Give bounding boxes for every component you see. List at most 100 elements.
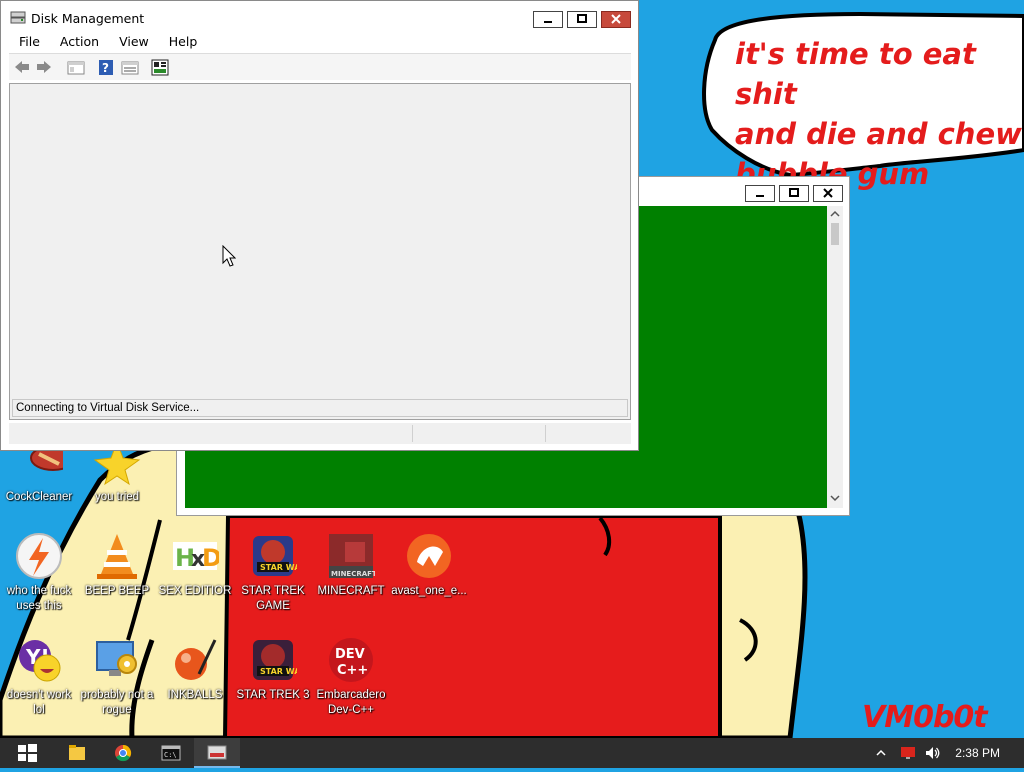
console-maximize-button[interactable]	[779, 185, 809, 202]
scrollbar-track	[830, 210, 840, 502]
speech-line: it's time to eat shit	[735, 37, 976, 111]
forward-button[interactable]	[35, 59, 53, 76]
desktop-icon-star-trek-game[interactable]: STAR WARS STAR TREK GAME	[234, 532, 313, 614]
desktop-icon-hxd[interactable]: HxD SEX EDITIOR	[156, 532, 234, 599]
forward-arrow-icon	[37, 61, 51, 73]
close-icon	[611, 14, 621, 24]
desktop-icon-label: Embarcadero Dev-C++	[316, 689, 386, 716]
properties-button[interactable]	[121, 59, 139, 76]
desktop-icon-label: BEEP BEEP	[84, 585, 150, 597]
svg-text:STAR WARS: STAR WARS	[260, 667, 297, 676]
mouse-cursor-icon	[222, 245, 236, 267]
console-tree-icon	[67, 61, 85, 75]
ink-ball-icon	[171, 636, 219, 684]
minimize-icon	[756, 195, 764, 197]
desktop-icon-devcpp[interactable]: DEV C++ Embarcadero Dev-C++	[312, 636, 390, 718]
disk-management-window[interactable]: Disk Management File Action View Help ? Co	[0, 0, 639, 451]
disk-management-icon	[10, 11, 26, 24]
svg-text:MINECRAFT: MINECRAFT	[331, 570, 375, 578]
help-button[interactable]: ?	[97, 59, 115, 76]
desktop-icon-inkballs[interactable]: INKBALLS	[156, 636, 234, 703]
taskbar-file-explorer[interactable]	[54, 738, 100, 768]
svg-text:DEV: DEV	[335, 647, 365, 662]
tray-notification-icon[interactable]	[900, 746, 916, 760]
speech-line: and die and chew	[735, 117, 1022, 151]
taskbar-command-prompt[interactable]: C:\	[148, 738, 194, 768]
menu-file[interactable]: File	[9, 31, 50, 49]
console-close-button[interactable]	[813, 185, 843, 202]
settings-icon	[151, 59, 169, 76]
star-wars-game-icon: STAR WARS	[249, 636, 313, 684]
taskbar-clock[interactable]: 2:38 PM	[955, 746, 1000, 760]
desktop-icon-yahoo[interactable]: Y! doesn't work lol	[0, 636, 78, 718]
chrome-icon	[115, 744, 132, 762]
svg-text:?: ?	[102, 61, 109, 75]
desktop-icon-rogue[interactable]: probably not a rogue	[78, 636, 156, 718]
desktop-icon-vlc[interactable]: BEEP BEEP	[78, 532, 156, 599]
toolbar: ?	[9, 53, 631, 80]
svg-text:D: D	[202, 544, 219, 572]
yahoo-messenger-icon: Y!	[15, 636, 63, 684]
desktop-icon-label: probably not a rogue	[80, 689, 154, 716]
minimize-button[interactable]	[533, 11, 563, 28]
speech-bubble-text: it's time to eat shit and die and chew b…	[735, 34, 1024, 194]
desktop-icon-label: who the fuck uses this	[6, 585, 72, 612]
status-bar	[9, 423, 631, 444]
taskbar: C:\ 2:38 PM	[0, 738, 1024, 768]
artist-signature: VM0b0t	[862, 700, 988, 735]
folder-icon	[69, 745, 85, 760]
menu-help[interactable]: Help	[159, 31, 208, 49]
desktop-icon-label: avast_one_e...	[391, 585, 467, 597]
settings-button[interactable]	[151, 59, 169, 76]
taskbar-disk-management[interactable]	[194, 738, 240, 768]
window-title: Disk Management	[31, 11, 145, 26]
desktop-icon-label: STAR TREK GAME	[241, 585, 305, 612]
desktop-icon-label: doesn't work lol	[6, 689, 72, 716]
menu-view[interactable]: View	[109, 31, 159, 49]
svg-text:C:\: C:\	[164, 751, 177, 759]
desktop-icon-avast-flash[interactable]: who the fuck uses this	[0, 532, 78, 614]
windows-logo-icon	[18, 744, 37, 762]
svg-text:STAR WARS: STAR WARS	[260, 563, 297, 572]
lightning-icon	[15, 532, 63, 580]
desktop-icon-minecraft[interactable]: MINECRAFT MINECRAFT	[312, 532, 390, 599]
minimize-icon	[544, 21, 552, 23]
show-hidden-icons-icon[interactable]	[876, 748, 886, 758]
desktop-icon-label: INKBALLS	[167, 689, 223, 701]
console-minimize-button[interactable]	[745, 185, 775, 202]
desktop-icon-avast-one[interactable]: avast_one_e...	[390, 532, 468, 599]
menu-bar: File Action View Help	[9, 31, 631, 51]
menu-action[interactable]: Action	[50, 31, 109, 49]
properties-icon	[121, 61, 139, 75]
devcpp-icon: DEV C++	[327, 636, 375, 684]
taskbar-chrome[interactable]	[100, 738, 146, 768]
desktop-icon-label: SEX EDITIOR	[158, 585, 232, 597]
close-icon	[823, 188, 833, 198]
hex-editor-icon: HxD	[171, 532, 222, 580]
minecraft-icon: MINECRAFT	[327, 532, 377, 580]
maximize-icon	[577, 14, 587, 23]
back-button[interactable]	[13, 59, 31, 76]
show-console-tree-button[interactable]	[67, 59, 85, 76]
close-button[interactable]	[601, 11, 631, 28]
maximize-icon	[789, 188, 799, 197]
avast-icon	[405, 532, 453, 580]
svg-text:C++: C++	[337, 663, 368, 678]
desktop-icon-label: MINECRAFT	[317, 585, 385, 597]
back-arrow-icon	[15, 61, 29, 73]
start-button[interactable]	[4, 738, 50, 768]
desktop-icon-label: you tried	[94, 491, 140, 503]
maximize-button[interactable]	[567, 11, 597, 28]
desktop-icon-label: CockCleaner	[5, 491, 73, 503]
status-bar-divider	[412, 425, 413, 442]
traffic-cone-icon	[93, 532, 141, 580]
status-bar-divider	[545, 425, 546, 442]
disk-management-icon	[207, 745, 227, 760]
console-vertical-scrollbar[interactable]	[827, 206, 843, 508]
desktop-icon-star-trek-3[interactable]: STAR WARS STAR TREK 3	[234, 636, 313, 703]
star-wars-game-icon: STAR WARS	[249, 532, 313, 580]
command-prompt-icon: C:\	[161, 745, 181, 761]
desktop-icon-label: STAR TREK 3	[236, 689, 310, 701]
volume-icon[interactable]	[924, 745, 940, 761]
disk-management-content-pane[interactable]: Connecting to Virtual Disk Service...	[9, 83, 631, 420]
